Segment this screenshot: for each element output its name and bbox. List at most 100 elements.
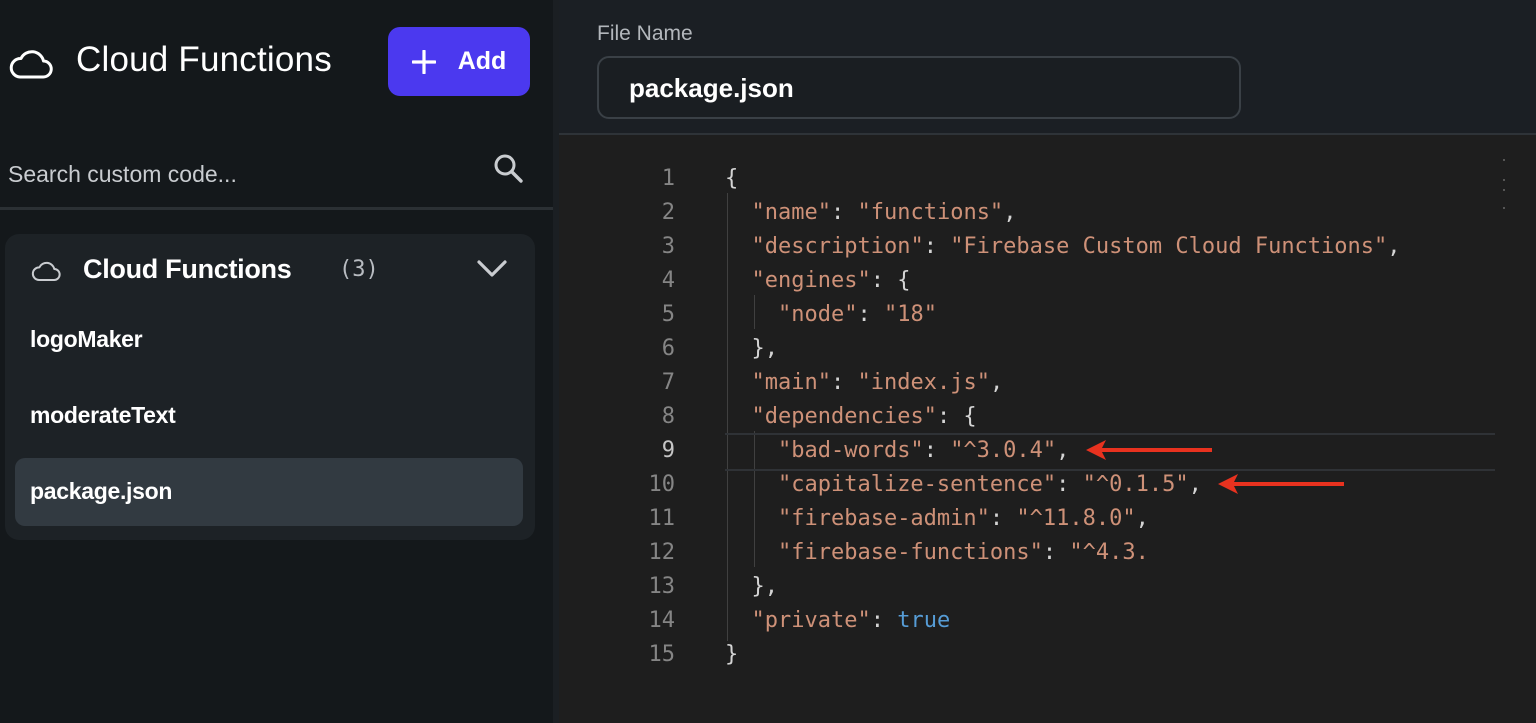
group-title: Cloud Functions	[83, 254, 292, 284]
code-token: },	[725, 574, 778, 599]
code-token: "functions"	[857, 200, 1004, 225]
code-text: "private": true	[725, 608, 951, 633]
sidebar-title: Cloud Functions	[76, 40, 332, 79]
code-token: ,	[1003, 200, 1017, 225]
line-number: 3	[661, 234, 675, 259]
line-number: 9	[661, 438, 675, 463]
code-token: "firebase-admin"	[777, 506, 990, 531]
list-item-label: moderateText	[30, 402, 176, 428]
code-editor[interactable]: 1{2 "name": "functions", 3 "description":…	[559, 137, 1536, 723]
group-header[interactable]: Cloud Functions (3)	[5, 234, 535, 306]
code-token: },	[725, 336, 778, 361]
code-text: }	[725, 642, 738, 667]
line-number: 2	[661, 200, 675, 225]
code-line[interactable]: 3 "description": "Firebase Custom Cloud …	[559, 229, 1536, 263]
list-item-logomaker[interactable]: logoMaker	[15, 306, 523, 374]
code-token: "^3.0.4"	[950, 438, 1057, 463]
code-token: : {	[936, 404, 977, 429]
code-line[interactable]: 5 "node": "18"	[559, 297, 1536, 331]
code-token: {	[725, 166, 739, 191]
line-number: 13	[648, 574, 676, 599]
code-token: ,	[1188, 472, 1202, 497]
line-number: 7	[661, 370, 675, 395]
line-number: 10	[648, 472, 676, 497]
code-token: :	[857, 302, 884, 327]
list-item-package-json[interactable]: package.json	[15, 458, 523, 526]
code-line[interactable]: 15}	[559, 637, 1536, 671]
code-text: {	[725, 166, 738, 191]
code-line[interactable]: 6 },	[559, 331, 1536, 365]
code-line[interactable]: 1{	[559, 161, 1536, 195]
group-count: (3)	[339, 257, 379, 282]
code-token: }	[725, 642, 739, 667]
line-number: 5	[661, 302, 675, 327]
code-line[interactable]: 14 "private": true	[559, 603, 1536, 637]
code-line[interactable]: 7 "main": "index.js",	[559, 365, 1536, 399]
code-token: :	[1056, 472, 1083, 497]
code-token: "bad-words"	[777, 438, 924, 463]
code-line[interactable]: 11 "firebase-admin": "^11.8.0",	[559, 501, 1536, 535]
search-bar	[0, 140, 553, 210]
code-token: "engines"	[751, 268, 871, 293]
sidebar: Cloud Functions Add Cloud Functions (3)	[0, 0, 553, 723]
code-line[interactable]: 9 "bad-words": "^3.0.4",	[559, 433, 1536, 471]
code-line[interactable]: 2 "name": "functions",	[559, 195, 1536, 229]
code-text: "node": "18"	[725, 302, 937, 327]
code-text: "bad-words": "^3.0.4",	[725, 438, 1069, 463]
code-token: "index.js"	[857, 370, 990, 395]
code-line[interactable]: 12 "firebase-functions": "^4.3.	[559, 535, 1536, 569]
file-name-field	[597, 56, 1241, 119]
chevron-down-icon[interactable]	[476, 258, 508, 280]
code-token: :	[923, 438, 951, 463]
cloud-functions-group: Cloud Functions (3) logoMaker moderateTe…	[5, 234, 535, 540]
code-token: "node"	[777, 302, 858, 327]
code-text: "firebase-functions": "^4.3.	[725, 540, 1149, 565]
editor-area: File Name 1{2 "name": "functions",3 "des…	[559, 0, 1536, 723]
list-item-label: logoMaker	[30, 326, 143, 352]
line-number: 14	[648, 608, 676, 633]
app-window: Cloud Functions Add Cloud Functions (3)	[0, 0, 1536, 723]
code-token: "main"	[751, 370, 831, 395]
search-input[interactable]	[8, 154, 478, 194]
code-token: true	[897, 608, 951, 633]
search-icon[interactable]	[492, 152, 524, 184]
code-token: "private"	[751, 608, 871, 633]
code-token: :	[870, 608, 898, 633]
code-token: "dependencies"	[751, 404, 937, 429]
code-text: },	[725, 574, 778, 599]
code-line[interactable]: 13 },	[559, 569, 1536, 603]
code-token: "^0.1.5"	[1082, 472, 1189, 497]
cloud-icon	[9, 50, 53, 79]
code-line[interactable]: 10 "capitalize-sentence": "^0.1.5",	[559, 467, 1536, 501]
code-token: "^4.3.	[1069, 540, 1149, 565]
code-text: "firebase-admin": "^11.8.0",	[725, 506, 1149, 531]
add-button[interactable]: Add	[388, 27, 530, 96]
code-token: "capitalize-sentence"	[777, 472, 1057, 497]
code-token: ,	[989, 370, 1004, 395]
code-token: :	[830, 370, 858, 395]
code-token: ,	[1387, 234, 1401, 259]
code-token: "Firebase Custom Cloud Functions"	[950, 234, 1388, 259]
red-arrow-annotation	[1085, 440, 1212, 460]
code-token: :	[989, 506, 1017, 531]
file-name-input[interactable]	[629, 68, 1209, 108]
code-token: ,	[1056, 438, 1070, 463]
list-item-moderatetext[interactable]: moderateText	[15, 382, 523, 450]
code-token: :	[1042, 540, 1070, 565]
line-number: 15	[648, 642, 676, 667]
code-token: "18"	[883, 302, 937, 327]
code-token: "firebase-functions"	[777, 540, 1043, 565]
code-line[interactable]: 4 "engines": {	[559, 263, 1536, 297]
code-line[interactable]: 8 "dependencies": {	[559, 399, 1536, 433]
line-number: 1	[661, 166, 675, 191]
code-token: :	[830, 200, 858, 225]
cloud-icon	[31, 261, 61, 282]
